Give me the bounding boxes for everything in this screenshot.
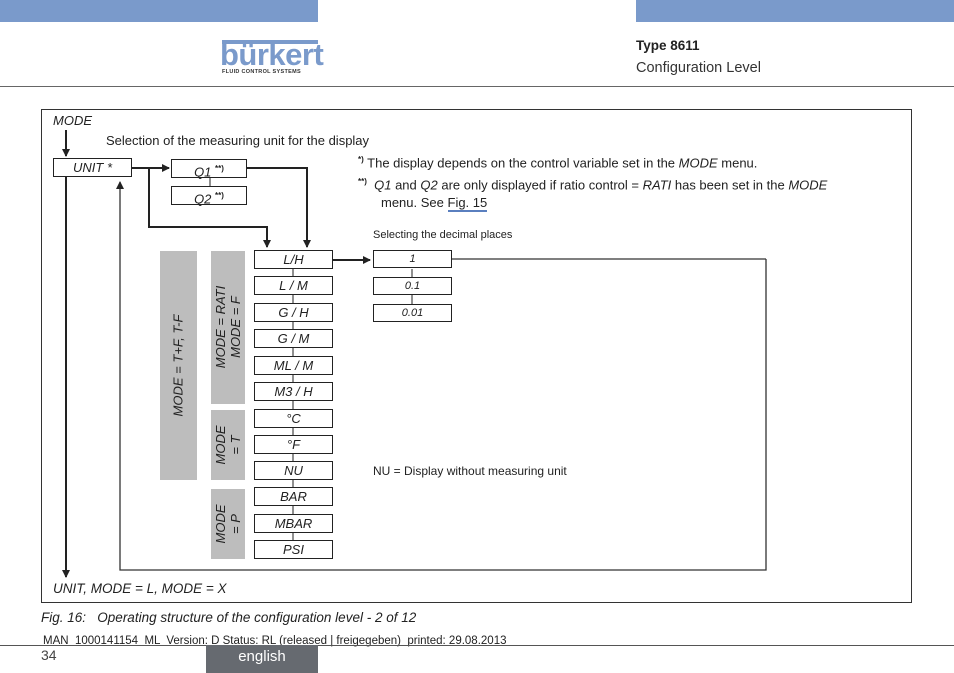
q2-box: Q2 **) (171, 186, 247, 207)
language-tab: english (206, 645, 318, 673)
footnote-1-tail: menu. (717, 155, 758, 171)
group-t-label: MODE = T (213, 415, 243, 475)
unit-option-box: PSI (254, 540, 333, 559)
arrow-q1-to-lh (247, 167, 311, 248)
group-rati-line1: MODE = RATI (213, 285, 228, 369)
selection-caption: Selection of the measuring unit for the … (106, 133, 370, 148)
unit-box: UNIT * (53, 158, 132, 177)
footnote-1-mode: MODE (678, 155, 718, 171)
fig-15-link[interactable]: Fig. 15 (447, 195, 488, 212)
mode-label: MODE (53, 113, 92, 128)
group-p-label: MODE = P (213, 494, 243, 554)
footer-divider (0, 645, 954, 646)
group-tf-label: MODE = T+F, T-F (170, 314, 186, 417)
footnote-1-marker: *) (358, 155, 364, 164)
page-number: 34 (41, 647, 57, 663)
unit-option-box: °C (254, 409, 333, 428)
footnote-1: *) The display depends on the control va… (358, 155, 757, 170)
group-p-line2: = P (228, 514, 243, 534)
q2-label: Q2 (194, 191, 212, 207)
footnote-1-text: The display depends on the control varia… (367, 155, 679, 171)
unit-option-box: G / M (254, 329, 333, 348)
footnote-2-marker: **) (358, 177, 367, 186)
group-t-line1: MODE (213, 425, 228, 465)
footnote-2-mode: MODE (788, 177, 828, 193)
decimal-option-box: 0.01 (373, 304, 452, 322)
connector-lines (62, 130, 767, 578)
unit-option-box: ML / M (254, 356, 333, 375)
q1-box: Q1 **) (171, 159, 247, 180)
unit-option-box: L/H (254, 250, 333, 269)
footnote-2-rati: RATI (642, 177, 672, 193)
footnote-2-q2: Q2 (420, 177, 438, 193)
arrow-unit-to-lh (148, 168, 271, 248)
decimal-caption: Selecting the decimal places (373, 229, 513, 241)
footnote-2-mid: are only displayed if ratio control = (437, 177, 643, 193)
group-t-line2: = T (228, 435, 243, 455)
footnote-2-line2: menu. See Fig. 15 (381, 195, 488, 212)
figure-caption: Fig. 16: Operating structure of the conf… (41, 610, 416, 625)
unit-option-box: M3 / H (254, 382, 333, 401)
footnote-2-tail: has been set in the (671, 177, 789, 193)
group-rati-line2: MODE = F (228, 296, 243, 358)
unit-option-box: MBAR (254, 514, 333, 533)
q1-superscript: **) (215, 164, 224, 173)
unit-option-box: °F (254, 435, 333, 454)
figure-text: Operating structure of the configuration… (97, 610, 417, 625)
unit-option-box: BAR (254, 487, 333, 506)
footnote-2: **) Q1 and Q2 are only displayed if rati… (358, 177, 827, 192)
decimal-option-box: 1 (373, 250, 452, 268)
q1-label: Q1 (194, 164, 212, 180)
unit-option-box: G / H (254, 303, 333, 322)
nu-note: NU = Display without measuring unit (373, 464, 567, 478)
decimal-option-box: 0.1 (373, 277, 452, 295)
footnote-2-see: menu. See (381, 195, 448, 210)
group-rati-label: MODE = RATI MODE = F (213, 262, 243, 392)
footnote-2-q1: Q1 (374, 177, 392, 193)
unit-option-box: NU (254, 461, 333, 480)
group-p-line1: MODE (213, 504, 228, 544)
unit-option-box: L / M (254, 276, 333, 295)
figure-label: Fig. 16: (41, 610, 87, 625)
exit-label: UNIT, MODE = L, MODE = X (53, 581, 227, 596)
footnote-2-and: and (391, 177, 421, 193)
q2-superscript: **) (215, 191, 224, 200)
